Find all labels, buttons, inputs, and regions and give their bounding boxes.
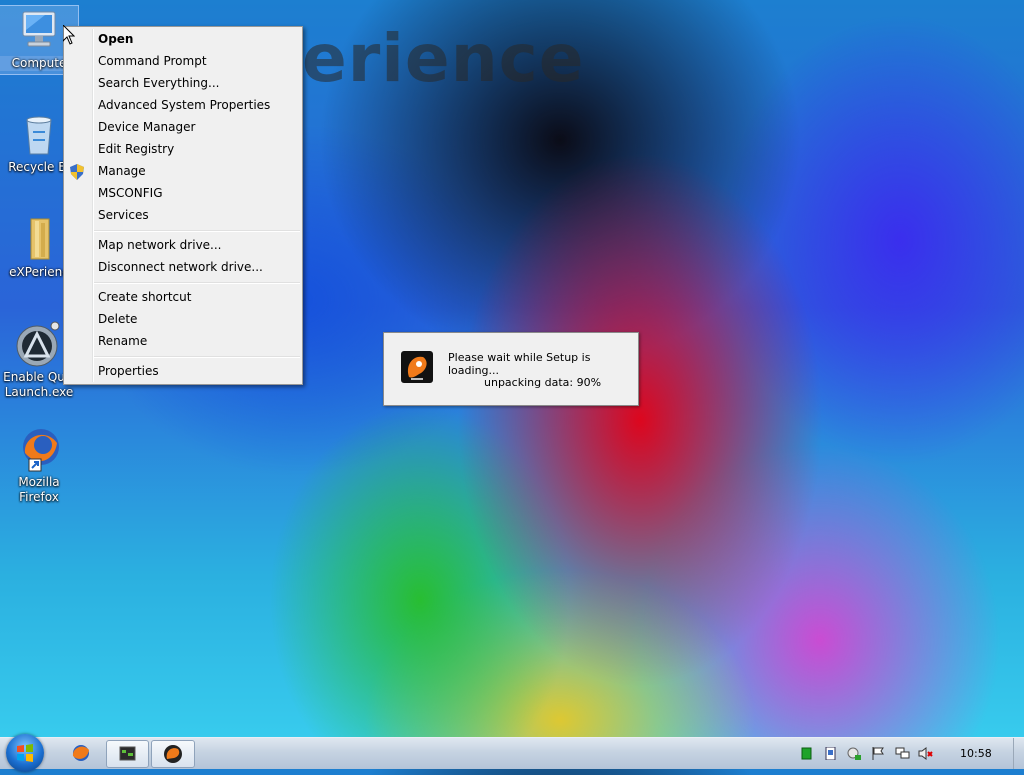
menu-item-properties[interactable]: Properties <box>98 360 159 382</box>
firefox-icon <box>72 745 89 761</box>
mouse-cursor-icon <box>62 23 76 45</box>
quicklaunch-icon <box>15 320 63 368</box>
menu-item-map-network-drive[interactable]: Map network drive... <box>98 234 222 256</box>
menu-separator <box>94 230 300 232</box>
tray-document-icon[interactable] <box>824 746 837 761</box>
menu-item-create-shortcut[interactable]: Create shortcut <box>98 286 191 308</box>
menu-item-command-prompt[interactable]: Command Prompt <box>98 50 207 72</box>
menu-item-rename[interactable]: Rename <box>98 330 147 352</box>
windows-logo-icon <box>17 744 33 762</box>
desktop-icon-label: Mozilla <box>18 475 60 489</box>
taskbar-firefox-button[interactable] <box>62 740 100 766</box>
setup-message: Please wait while Setup is loading... <box>448 351 591 377</box>
taskbar: 10:58 <box>0 734 1024 772</box>
network-icon[interactable] <box>895 747 910 760</box>
volume-muted-icon[interactable] <box>918 747 933 760</box>
menu-item-disconnect-network-drive[interactable]: Disconnect network drive... <box>98 256 263 278</box>
tray-security-icon[interactable] <box>847 747 861 760</box>
taskbar-clock[interactable]: 10:58 <box>960 747 992 760</box>
computer-icon <box>15 6 63 54</box>
desktop-icon-firefox[interactable]: Mozilla Firefox <box>0 425 78 505</box>
setup-logo-icon <box>164 745 182 763</box>
desktop-icon-label: Launch.exe <box>4 385 74 399</box>
menu-item-msconfig[interactable]: MSCONFIG <box>98 182 163 204</box>
setup-progress-text: unpacking data: 90% <box>484 376 602 389</box>
menu-item-manage[interactable]: Manage <box>98 160 146 182</box>
menu-item-advanced-system-properties[interactable]: Advanced System Properties <box>98 94 270 116</box>
show-desktop-button[interactable] <box>1013 738 1024 769</box>
wallpaper-watermark: erience <box>302 20 585 97</box>
menu-item-delete[interactable]: Delete <box>98 308 137 330</box>
uac-shield-icon <box>70 164 84 180</box>
setup-loading-dialog: Please wait while Setup is loading... un… <box>383 332 639 406</box>
taskbar-setup-button[interactable] <box>151 740 195 768</box>
start-button[interactable] <box>6 734 44 772</box>
setup-logo-icon <box>401 351 433 383</box>
app-window-icon <box>119 746 136 761</box>
menu-item-open[interactable]: Open <box>98 28 133 50</box>
tray-green-icon[interactable] <box>800 747 813 760</box>
menu-item-edit-registry[interactable]: Edit Registry <box>98 138 174 160</box>
recycle-bin-icon <box>15 110 63 158</box>
folder-icon <box>15 215 63 263</box>
menu-item-services[interactable]: Services <box>98 204 149 226</box>
menu-item-device-manager[interactable]: Device Manager <box>98 116 195 138</box>
menu-separator <box>94 282 300 284</box>
context-menu: Open Command Prompt Search Everything...… <box>63 26 303 385</box>
firefox-icon <box>15 425 63 473</box>
action-center-flag-icon[interactable] <box>871 747 884 760</box>
menu-item-search-everything[interactable]: Search Everything... <box>98 72 219 94</box>
desktop-icon-label: Firefox <box>19 490 59 504</box>
menu-separator <box>94 356 300 358</box>
taskbar-app-button[interactable] <box>106 740 149 768</box>
